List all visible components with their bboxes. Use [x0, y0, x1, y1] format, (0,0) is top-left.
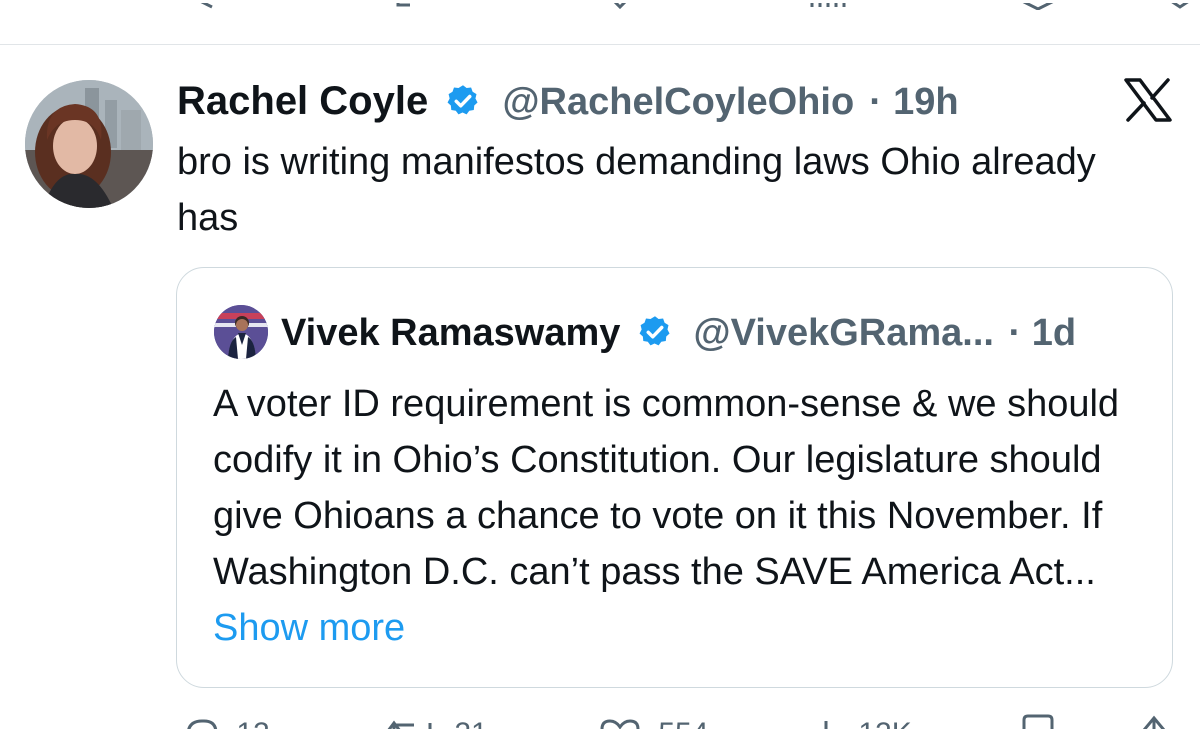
like-button[interactable]: 554: [598, 714, 708, 729]
author-avatar[interactable]: [25, 80, 153, 208]
like-count: 554: [658, 717, 708, 729]
share-icon[interactable]: [1134, 714, 1174, 729]
views-icon: [824, 721, 828, 729]
meta-separator: ·: [869, 81, 882, 123]
post-text: bro is writing manifestos demanding laws…: [177, 141, 1096, 239]
quote-time[interactable]: 1d: [1032, 312, 1076, 354]
quote-meta-separator: ·: [1008, 312, 1022, 354]
quote-author-handle[interactable]: @VivekGRama...: [694, 312, 994, 354]
views-button[interactable]: 12K: [812, 714, 912, 729]
quote-ellipsis: ...: [1064, 551, 1096, 593]
post-time[interactable]: 19h: [893, 81, 958, 123]
repost-button[interactable]: 21: [384, 714, 488, 729]
quote-author-avatar[interactable]: [214, 305, 268, 359]
show-more-link[interactable]: Show more: [213, 607, 405, 649]
quote-author-row: Vivek Ramaswamy @VivekGRama... · 1d: [281, 308, 1076, 358]
repost-icon: [387, 720, 432, 729]
views-count: 12K: [858, 717, 911, 729]
quote-text-block: A voter ID requirement is common-sense &…: [213, 376, 1153, 656]
x-logo-icon[interactable]: [1124, 78, 1172, 122]
author-handle[interactable]: @RachelCoyleOhio: [502, 81, 854, 123]
repost-count: 21: [454, 717, 487, 729]
quote-verified-badge-icon: [639, 316, 670, 346]
post-divider: [0, 44, 1200, 45]
verified-badge-icon: [447, 85, 478, 115]
previous-post-actions: [0, 0, 1200, 10]
quote-author-avatar-image: [214, 305, 268, 359]
author-avatar-image: [25, 80, 153, 208]
post-actions: 12 21 554 12K: [0, 712, 1200, 729]
heart-icon: [600, 719, 640, 729]
author-name-row: Rachel Coyle @RachelCoyleOhio · 19h: [177, 76, 959, 127]
reply-count: 12: [236, 717, 269, 729]
previous-post-action-icons: [195, 0, 1193, 10]
quote-author-name[interactable]: Vivek Ramaswamy: [281, 312, 620, 354]
bookmark-icon[interactable]: [1018, 714, 1058, 729]
quote-text: A voter ID requirement is common-sense &…: [213, 383, 1120, 593]
reply-icon: [187, 719, 218, 729]
author-name[interactable]: Rachel Coyle: [177, 79, 428, 123]
reply-button[interactable]: 12: [180, 714, 270, 729]
